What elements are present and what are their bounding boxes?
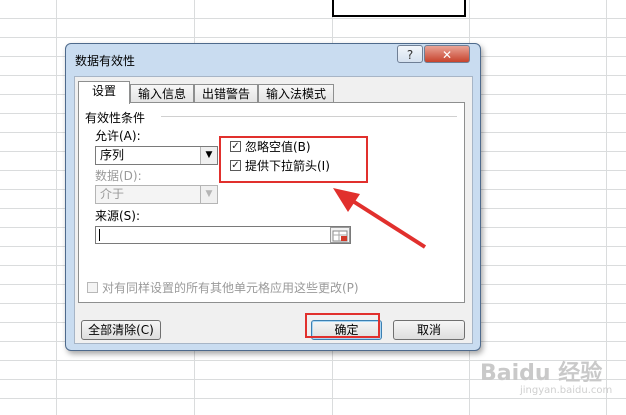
validation-criteria-heading: 有效性条件	[85, 111, 146, 125]
chevron-down-icon[interactable]: ▼	[200, 147, 217, 164]
apply-all-label: 对有同样设置的所有其他单元格应用这些更改(P)	[102, 281, 359, 295]
ok-highlight-box	[305, 313, 380, 338]
data-select: 介于 ▼	[95, 185, 218, 204]
settings-panel: 有效性条件 允许(A): 序列 ▼ 数据(D): 介于 ▼ ✓ 忽略空值(B) …	[78, 102, 465, 303]
grid-line	[0, 398, 626, 399]
range-picker-icon[interactable]	[330, 227, 350, 243]
dialog-client-area: 设置 输入信息 出错警告 输入法模式 有效性条件 允许(A): 序列 ▼ 数据(…	[74, 76, 473, 344]
selected-cell[interactable]	[332, 0, 466, 17]
data-label: 数据(D):	[95, 169, 142, 183]
grid-line	[0, 37, 626, 38]
data-validation-dialog: 数据有效性 ? ✕ 设置 输入信息 出错警告 输入法模式 有效性条件 允许(A)…	[65, 43, 481, 351]
dialog-title: 数据有效性	[75, 54, 136, 68]
allow-value: 序列	[100, 148, 125, 162]
baidu-watermark: Baidu 经验	[480, 361, 603, 386]
clear-all-button[interactable]: 全部清除(C)	[81, 320, 161, 340]
source-label: 来源(S):	[95, 209, 141, 223]
dialog-titlebar[interactable]: 数据有效性 ? ✕	[66, 44, 480, 72]
tab-input-message[interactable]: 输入信息	[130, 84, 194, 103]
close-button[interactable]: ✕	[424, 45, 470, 63]
cancel-button[interactable]: 取消	[393, 320, 465, 340]
tab-error-alert[interactable]: 出错警告	[194, 84, 258, 103]
section-divider	[161, 116, 457, 117]
text-caret	[99, 229, 100, 241]
data-value: 介于	[100, 187, 125, 201]
tab-settings[interactable]: 设置	[78, 81, 130, 104]
apply-all-checkbox	[87, 282, 98, 293]
checkbox-highlight-box	[219, 136, 368, 183]
grid-line	[0, 18, 626, 19]
chevron-down-icon: ▼	[200, 186, 217, 203]
allow-select[interactable]: 序列 ▼	[95, 146, 218, 165]
allow-label: 允许(A):	[95, 129, 141, 143]
tab-ime-mode[interactable]: 输入法模式	[258, 84, 334, 103]
source-input[interactable]	[95, 226, 351, 244]
baidu-watermark-url: jingyan.baidu.com	[520, 385, 613, 396]
help-button[interactable]: ?	[397, 45, 423, 63]
